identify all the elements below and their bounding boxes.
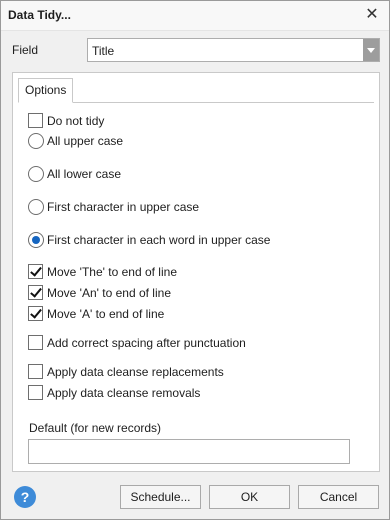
close-icon[interactable]: ✕ [361, 5, 383, 27]
correct-spacing-label: Add correct spacing after punctuation [47, 336, 246, 350]
move-a-label: Move 'A' to end of line [47, 307, 165, 321]
checkbox-box-checked[interactable] [28, 285, 43, 300]
checkbox-box[interactable] [28, 335, 43, 350]
title-bar: Data Tidy... ✕ [1, 1, 389, 31]
move-an-label: Move 'An' to end of line [47, 286, 171, 300]
default-value-input[interactable] [28, 439, 350, 464]
checkbox-box[interactable] [28, 385, 43, 400]
radio-circle-selected[interactable] [28, 232, 44, 248]
radio-each-word-upper-label: First character in each word in upper ca… [47, 233, 271, 247]
ok-button[interactable]: OK [209, 485, 290, 509]
radio-circle[interactable] [28, 199, 44, 215]
cleanse-removals-label: Apply data cleanse removals [47, 386, 201, 400]
radio-first-char-upper-label: First character in upper case [47, 200, 200, 214]
field-select[interactable]: Title [87, 38, 380, 62]
checkbox-box-checked[interactable] [28, 306, 43, 321]
move-the-label: Move 'The' to end of line [47, 265, 177, 279]
checkbox-box[interactable] [28, 113, 43, 128]
checkbox-box-checked[interactable] [28, 264, 43, 279]
cancel-button[interactable]: Cancel [298, 485, 379, 509]
default-value-label: Default (for new records) [29, 421, 162, 435]
chevron-down-icon[interactable] [363, 39, 379, 61]
checkbox-box[interactable] [28, 364, 43, 379]
data-tidy-dialog: Data Tidy... ✕ Field Title Options Do no… [0, 0, 390, 520]
window-title: Data Tidy... [8, 8, 71, 22]
field-label: Field [12, 43, 39, 57]
radio-all-upper-label: All upper case [47, 134, 124, 148]
help-icon[interactable]: ? [14, 486, 36, 508]
cleanse-replacements-label: Apply data cleanse replacements [47, 365, 224, 379]
tab-options[interactable]: Options [18, 78, 74, 103]
radio-all-lower-label: All lower case [47, 167, 122, 181]
field-select-value: Title [92, 44, 115, 58]
radio-circle[interactable] [28, 133, 44, 149]
options-panel: Options Do not tidy All upper case All l… [12, 72, 380, 472]
schedule-button[interactable]: Schedule... [120, 485, 201, 509]
do-not-tidy-label: Do not tidy [47, 114, 105, 128]
radio-circle[interactable] [28, 166, 44, 182]
